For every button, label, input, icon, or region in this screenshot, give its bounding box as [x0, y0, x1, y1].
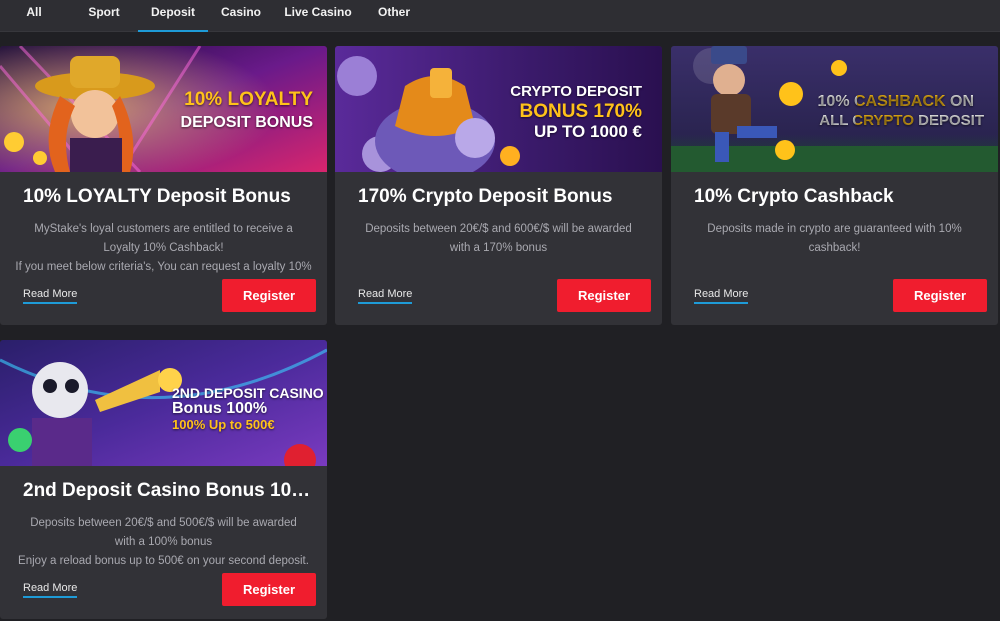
desc-line: Loyalty 10% Cashback! [103, 242, 224, 254]
banner-line-1: 10% LOYALTY [184, 89, 313, 110]
tab-deposit[interactable]: Deposit [138, 0, 208, 32]
desc-line: Deposits between 20€/$ and 600€/$ will b… [365, 223, 632, 235]
register-button[interactable]: Register [893, 279, 987, 312]
promo-title: 170% Crypto Deposit Bonus [358, 186, 613, 207]
read-more-link[interactable]: Read More [23, 288, 78, 304]
desc-line: Deposits made in crypto are guaranteed w… [707, 223, 962, 235]
register-button[interactable]: Register [222, 573, 316, 606]
promo-banner-image[interactable]: 10% LOYALTY DEPOSIT BONUS [0, 46, 327, 172]
promo-description: Deposits made in crypto are guaranteed w… [685, 220, 984, 258]
category-tabbar: All Sport Deposit Casino Live Casino Oth… [0, 0, 1000, 32]
promo-card-2nd-deposit: 2ND DEPOSIT CASINO Bonus 100% 100% Up to… [0, 340, 327, 619]
promo-description: Deposits between 20€/$ and 600€/$ will b… [349, 220, 648, 258]
read-more-link[interactable]: Read More [358, 288, 413, 304]
banner-line-2: ALL CRYPTO DEPOSIT [819, 112, 984, 129]
promo-title: 10% Crypto Cashback [694, 186, 894, 207]
promo-card-loyalty: 10% LOYALTY DEPOSIT BONUS 10% LOYALTY De… [0, 46, 327, 325]
desc-line: with a 170% bonus [449, 242, 548, 254]
promo-card-crypto-cashback: 10% CASHBACK ON ALL CRYPTO DEPOSIT 10% C… [671, 46, 998, 325]
read-more-link[interactable]: Read More [23, 582, 78, 598]
banner-line-1: 2ND DEPOSIT CASINO [172, 385, 324, 401]
banner-line-3: 100% Up to 500€ [172, 417, 275, 432]
promo-description: MyStake's loyal customers are entitled t… [14, 220, 313, 277]
second-deposit-banner-art [0, 340, 327, 466]
desc-line: Deposits between 20€/$ and 500€/$ will b… [30, 517, 297, 529]
banner-line-1: 10% CASHBACK ON [817, 93, 974, 110]
promo-title: 2nd Deposit Casino Bonus 100% ... [23, 480, 313, 501]
promo-banner-image[interactable]: 2ND DEPOSIT CASINO Bonus 100% 100% Up to… [0, 340, 327, 466]
banner-line-2: Bonus 100% [172, 400, 268, 417]
desc-line: If you meet below criteria's, You can re… [15, 261, 312, 273]
desc-line: Enjoy a reload bonus up to 500€ on your … [18, 555, 309, 567]
desc-line: MyStake's loyal customers are entitled t… [34, 223, 293, 235]
promo-card-crypto-deposit: CRYPTO DEPOSIT BONUS 170% UP TO 1000 € 1… [335, 46, 662, 325]
desc-line: with a 100% bonus [114, 536, 213, 548]
tab-all[interactable]: All [14, 0, 54, 32]
tab-other[interactable]: Other [372, 0, 416, 32]
register-button[interactable]: Register [222, 279, 316, 312]
promo-banner-image[interactable]: 10% CASHBACK ON ALL CRYPTO DEPOSIT [671, 46, 998, 172]
promo-title: 10% LOYALTY Deposit Bonus [23, 186, 291, 207]
tab-casino[interactable]: Casino [218, 0, 264, 32]
banner-line-2: DEPOSIT BONUS [180, 114, 313, 131]
banner-line-2: BONUS 170% [519, 101, 643, 122]
promo-description: Deposits between 20€/$ and 500€/$ will b… [14, 514, 313, 571]
tab-live-casino[interactable]: Live Casino [284, 0, 352, 32]
register-button[interactable]: Register [557, 279, 651, 312]
read-more-link[interactable]: Read More [694, 288, 749, 304]
desc-line: cashback! [808, 242, 861, 254]
tab-sport[interactable]: Sport [80, 0, 128, 32]
promo-banner-image[interactable]: CRYPTO DEPOSIT BONUS 170% UP TO 1000 € [335, 46, 662, 172]
banner-line-1: CRYPTO DEPOSIT [510, 83, 642, 100]
banner-line-3: UP TO 1000 € [533, 122, 642, 141]
